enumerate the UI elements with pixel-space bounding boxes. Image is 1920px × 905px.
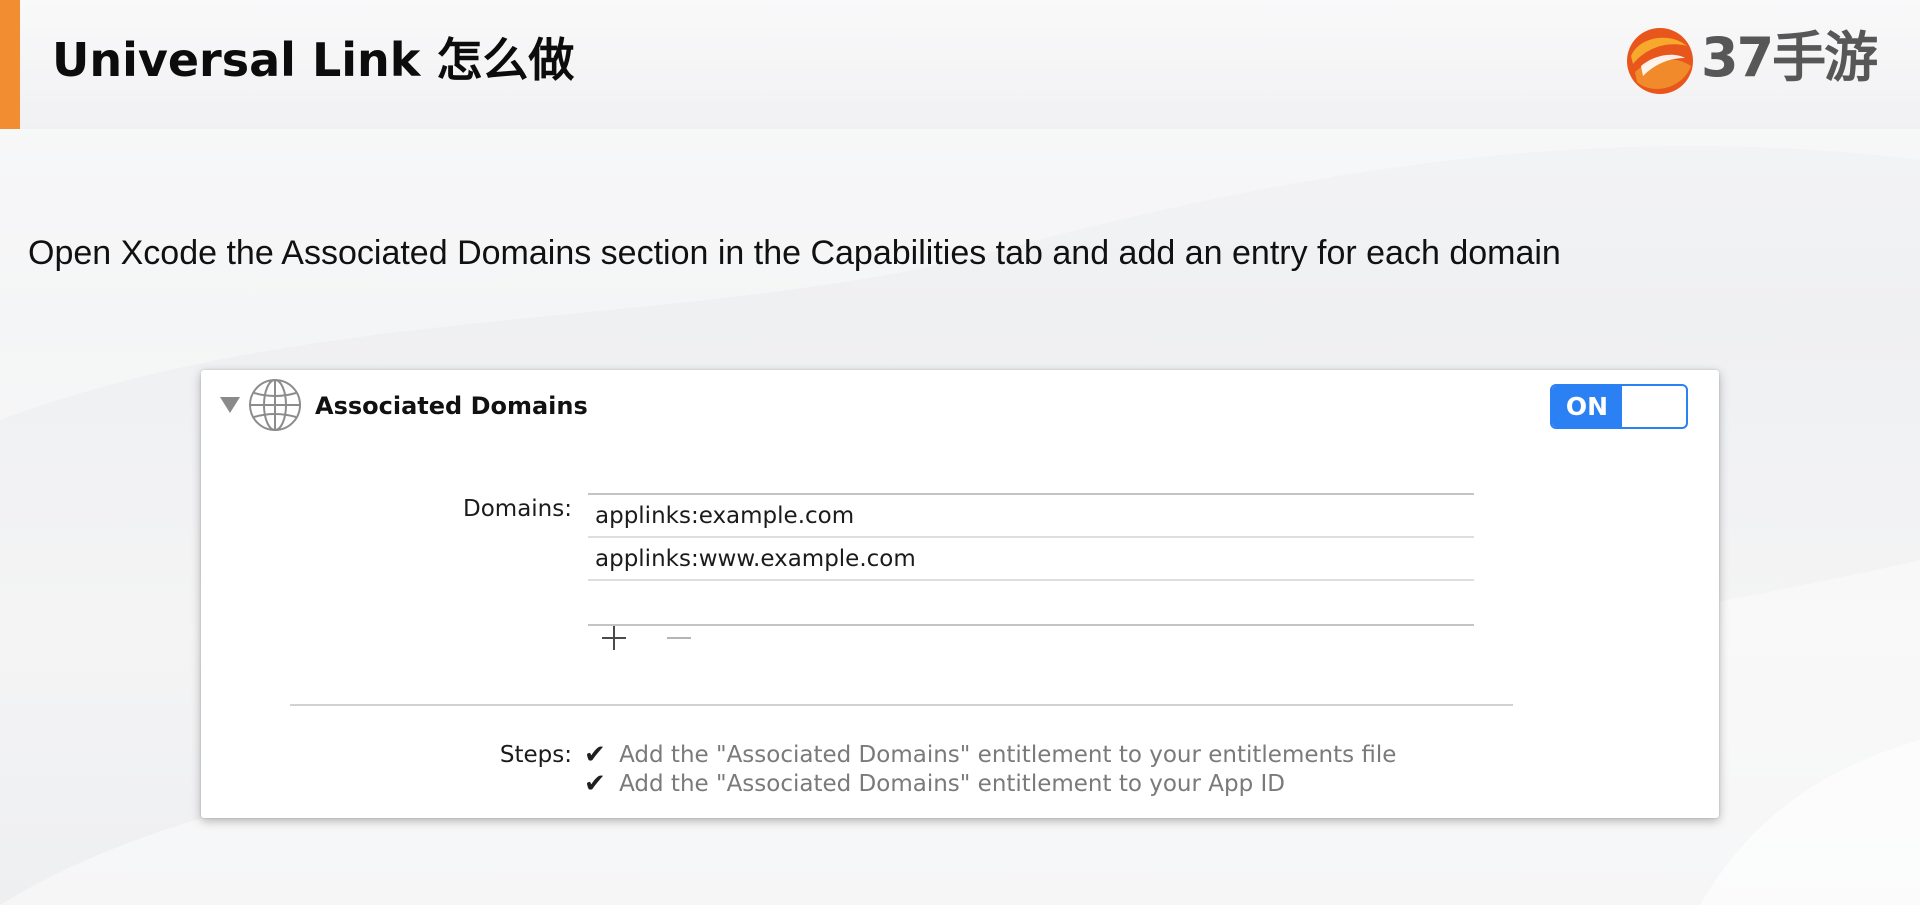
instruction-text: Open Xcode the Associated Domains sectio… (28, 234, 1561, 272)
minus-icon[interactable] (665, 624, 693, 652)
slide-title: Universal Link 怎么做 (52, 33, 575, 87)
domain-row-empty[interactable] (588, 581, 1474, 626)
capability-title: Associated Domains (315, 392, 588, 420)
globe-icon (249, 379, 301, 431)
slide-header: Universal Link 怎么做 37手游 (0, 0, 1920, 129)
steps-label: Steps: (499, 742, 572, 768)
toggle-knob (1623, 387, 1683, 424)
plus-icon[interactable] (600, 624, 628, 652)
domain-entry: applinks:www.example.com (595, 546, 916, 572)
domains-table: applinks:example.com applinks:www.exampl… (588, 493, 1474, 626)
brand-mark-icon (1627, 28, 1693, 94)
domain-row[interactable]: applinks:example.com (588, 495, 1474, 538)
section-separator (290, 704, 1513, 706)
domain-row[interactable]: applinks:www.example.com (588, 538, 1474, 581)
brand-wordmark: 37手游 (1701, 26, 1878, 89)
disclosure-triangle-icon[interactable] (220, 397, 240, 413)
header-accent-strip (0, 0, 20, 129)
step-text: Add the "Associated Domains" entitlement… (619, 742, 1397, 768)
step-item: ✔ Add the "Associated Domains" entitleme… (584, 769, 1285, 799)
capability-toggle[interactable]: ON (1550, 384, 1688, 429)
checkmark-icon: ✔ (584, 769, 606, 799)
brand-logo: 37手游 (1625, 22, 1885, 98)
step-text: Add the "Associated Domains" entitlement… (619, 771, 1285, 797)
toggle-on-label: ON (1552, 386, 1622, 427)
checkmark-icon: ✔ (584, 740, 606, 770)
domain-entry: applinks:example.com (595, 503, 855, 529)
step-item: ✔ Add the "Associated Domains" entitleme… (584, 740, 1396, 770)
associated-domains-panel: Associated Domains ON Domains: applinks:… (201, 370, 1719, 818)
domains-label: Domains: (463, 496, 572, 522)
